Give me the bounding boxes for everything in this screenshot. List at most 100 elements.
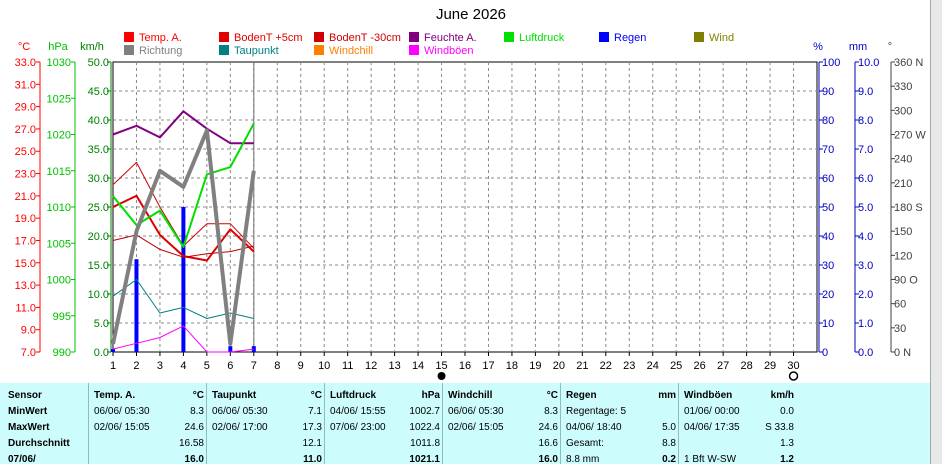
- legend-item: Windböen: [409, 45, 474, 57]
- table-cell-text: Regentage: 5: [566, 406, 627, 417]
- table-cell-value: 12.1: [302, 438, 322, 449]
- axis-label-kmh: 25.0: [88, 202, 109, 214]
- legend-label: Taupunkt: [234, 45, 279, 57]
- legend-label: Windchill: [329, 45, 374, 57]
- axis-label-pct: 40: [822, 231, 834, 243]
- statistics-table: Sensor Temp. A. °C Taupunkt °C Luftdruck hPa Wi…: [0, 383, 930, 465]
- axis-label-deg: 180 S: [894, 202, 923, 214]
- x-tick-label: 4: [180, 360, 186, 372]
- axis-label-deg: 270 W: [894, 130, 926, 142]
- legend-swatch: [409, 45, 419, 55]
- axis-label-kmh: 40.0: [88, 115, 109, 127]
- table-header: Taupunkt: [212, 390, 257, 401]
- x-tick-label: 21: [576, 360, 588, 372]
- table-row-label: MinWert: [8, 406, 48, 417]
- table-cell-value: 8.8: [662, 438, 676, 449]
- axis-label-hpa: 1005: [47, 238, 71, 250]
- axis-label-temp: 23.0: [15, 169, 36, 181]
- axis-label-mm: 8.0: [858, 115, 873, 127]
- axis-label-pct: 20: [822, 289, 834, 301]
- table-header-unit: °C: [192, 390, 204, 401]
- legend-label: Regen: [614, 32, 647, 44]
- axis-label-hpa: 1015: [47, 166, 71, 178]
- x-tick-label: 19: [529, 360, 541, 372]
- axis-label-pct: 80: [822, 115, 834, 127]
- axis-label-temp: 31.0: [15, 79, 36, 91]
- axis-label-temp: 11.0: [15, 302, 36, 314]
- axis-label-temp: 9.0: [21, 325, 36, 337]
- axis-label-temp: 29.0: [15, 102, 36, 114]
- legend-label: BodenT -30cm: [329, 32, 401, 44]
- axis-label-pct: 30: [822, 260, 834, 272]
- axis-label-deg: 0 N: [894, 347, 911, 359]
- legend-swatch: [124, 32, 134, 42]
- legend-item: Taupunkt: [219, 45, 279, 57]
- legend-swatch: [219, 45, 229, 55]
- table-cell-value: 24.6: [538, 422, 558, 433]
- axis-label-pct: 60: [822, 173, 834, 185]
- table-cell-value: 17.3: [302, 422, 322, 433]
- legend-label: Temp. A.: [139, 32, 182, 44]
- axis-label-kmh: 30.0: [88, 173, 109, 185]
- legend-item: Windchill: [314, 45, 373, 57]
- x-tick-label: 16: [459, 360, 471, 372]
- x-tick-label: 8: [274, 360, 280, 372]
- legend-item: Luftdruck: [504, 32, 564, 44]
- table-cell-value: 1.2: [780, 454, 794, 465]
- legend-item: Wind: [694, 32, 734, 44]
- legend-item: Regen: [599, 32, 646, 44]
- table-cell-value: 8.3: [190, 406, 204, 417]
- x-tick-label: 24: [647, 360, 659, 372]
- x-tick-label: 27: [717, 360, 729, 372]
- axis-label-temp: 13.0: [15, 280, 36, 292]
- axis-label-kmh: 0.0: [94, 347, 109, 359]
- table-row: MinWert 06/06/ 05:30 8.3 06/06/ 05:30 7.1 04/…: [0, 404, 930, 420]
- legend-swatch: [124, 45, 134, 55]
- rain-bar: [111, 349, 115, 352]
- table-cell-value: 1022.4: [409, 422, 440, 433]
- axis-label-mm: 0.0: [858, 347, 873, 359]
- axis-label-hpa: 1010: [47, 202, 71, 214]
- axis-label-kmh: 5.0: [94, 318, 109, 330]
- axis-label-pct: 10: [822, 318, 834, 330]
- rain-bar: [181, 207, 186, 352]
- legend-item: Richtung: [124, 45, 182, 57]
- x-tick-label: 29: [764, 360, 776, 372]
- x-tick-label: 20: [553, 360, 565, 372]
- legend-label: Luftdruck: [519, 32, 565, 44]
- legend-swatch: [504, 32, 514, 42]
- axis-label-kmh: 15.0: [88, 260, 109, 272]
- table-cell-value: 0.0: [780, 406, 794, 417]
- axis-label-pct: 50: [822, 202, 834, 214]
- x-tick-label: 25: [670, 360, 682, 372]
- table-header: Temp. A.: [94, 390, 136, 401]
- table-cell-value: 24.6: [184, 422, 204, 433]
- axis-label-hpa: 995: [53, 311, 71, 323]
- x-tick-label: 5: [204, 360, 210, 372]
- legend-label: Feuchte A.: [424, 32, 477, 44]
- axis-label-mm: 1.0: [858, 318, 873, 330]
- table-header: Windböen: [684, 390, 733, 401]
- legend-item: BodenT +5cm: [219, 32, 303, 44]
- x-tick-label: 30: [787, 360, 799, 372]
- legend-label: Wind: [709, 32, 735, 44]
- legend-swatch: [409, 32, 419, 42]
- table-header-unit: hPa: [421, 390, 440, 401]
- axis-label-mm: 5.0: [858, 202, 873, 214]
- axis-label-deg: 210: [894, 178, 912, 190]
- table-cell-value: 11.0: [303, 454, 322, 465]
- x-tick-label: 12: [365, 360, 377, 372]
- x-tick-label: 13: [388, 360, 400, 372]
- x-tick-label: 14: [412, 360, 424, 372]
- axis-label-pct: 0: [822, 347, 828, 359]
- legend-item: BodenT -30cm: [314, 32, 401, 44]
- axis-label-hpa: 1020: [47, 130, 71, 142]
- x-tick-label: 15: [435, 360, 447, 372]
- table-row: Durchschnitt 16.58 12.1 1011.8 16.6 Gesamt: 8.…: [0, 436, 930, 452]
- legend-swatch: [219, 32, 229, 42]
- axis-label-hpa: 1025: [47, 93, 71, 105]
- table-header-row: Sensor Temp. A. °C Taupunkt °C Luftdruck hPa Wi…: [0, 388, 930, 404]
- axis-label-kmh: 10.0: [88, 289, 109, 301]
- table-cell-value: 0.2: [662, 454, 676, 465]
- axis-label-pct: 70: [822, 144, 834, 156]
